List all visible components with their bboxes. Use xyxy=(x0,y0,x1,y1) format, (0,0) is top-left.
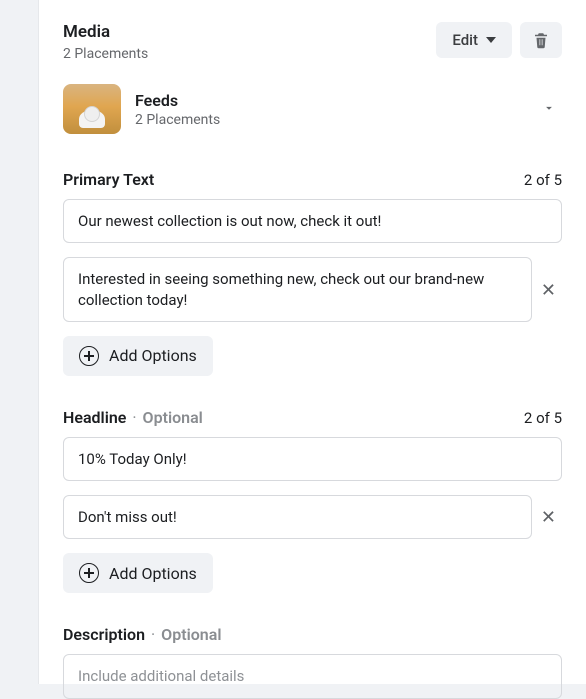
headline-separator: · xyxy=(132,408,136,427)
remove-headline-2-button[interactable]: ✕ xyxy=(537,504,560,530)
description-input[interactable]: Include additional details xyxy=(63,654,562,698)
description-label: Description xyxy=(63,625,145,644)
primary-text-option-2-text: Interested in seeing something new, chec… xyxy=(78,269,517,310)
close-icon: ✕ xyxy=(541,280,556,300)
media-header: Media 2 Placements Edit xyxy=(63,22,562,62)
plus-circle-icon xyxy=(79,346,99,366)
add-primary-text-label: Add Options xyxy=(109,346,197,365)
media-title-block: Media 2 Placements xyxy=(63,22,148,62)
add-headline-option-button[interactable]: Add Options xyxy=(63,553,213,593)
expand-feeds-button[interactable] xyxy=(536,95,562,124)
headline-option-2[interactable]: Don't miss out! xyxy=(63,495,532,539)
headline-option-2-text: Don't miss out! xyxy=(78,507,517,527)
description-optional: Optional xyxy=(161,625,221,644)
media-title: Media xyxy=(63,22,148,42)
primary-text-section-header: Primary Text 2 of 5 xyxy=(63,170,562,189)
headline-section-header: Headline · Optional 2 of 5 xyxy=(63,408,562,427)
headline-label: Headline xyxy=(63,408,126,427)
feeds-placements-count: 2 Placements xyxy=(135,112,220,128)
description-section-header: Description · Optional xyxy=(63,625,562,644)
headline-option-1[interactable]: 10% Today Only! xyxy=(63,437,562,481)
headline-label-group: Headline · Optional xyxy=(63,408,203,427)
media-placements-count: 2 Placements xyxy=(63,46,148,62)
description-label-group: Description · Optional xyxy=(63,625,221,644)
edit-button[interactable]: Edit xyxy=(436,22,512,58)
headline-option-1-text: 10% Today Only! xyxy=(78,449,547,469)
chevron-down-icon xyxy=(542,101,556,115)
description-placeholder: Include additional details xyxy=(78,666,547,686)
feeds-placement-row[interactable]: Feeds 2 Placements xyxy=(63,84,562,134)
delete-button[interactable] xyxy=(520,22,562,58)
trash-icon xyxy=(532,31,550,49)
primary-text-option-2[interactable]: Interested in seeing something new, chec… xyxy=(63,257,532,322)
primary-text-option-1-text: Our newest collection is out now, check … xyxy=(78,211,547,231)
feeds-text-block: Feeds 2 Placements xyxy=(135,91,220,128)
primary-text-option-2-wrap: Interested in seeing something new, chec… xyxy=(63,257,562,322)
sidebar-stub xyxy=(0,0,38,684)
add-primary-text-option-button[interactable]: Add Options xyxy=(63,336,213,376)
headline-option-2-wrap: Don't miss out! ✕ xyxy=(63,495,562,539)
primary-text-counter: 2 of 5 xyxy=(524,171,562,189)
headline-optional: Optional xyxy=(143,408,203,427)
primary-text-label: Primary Text xyxy=(63,170,154,189)
header-actions: Edit xyxy=(436,22,562,58)
feeds-title: Feeds xyxy=(135,91,220,110)
edit-button-label: Edit xyxy=(452,31,478,49)
media-panel: Media 2 Placements Edit Feeds 2 Placemen… xyxy=(38,0,586,684)
close-icon: ✕ xyxy=(541,507,556,527)
plus-circle-icon xyxy=(79,563,99,583)
feeds-thumbnail xyxy=(63,84,121,134)
description-separator: · xyxy=(151,625,155,644)
remove-primary-text-2-button[interactable]: ✕ xyxy=(537,277,560,303)
headline-counter: 2 of 5 xyxy=(524,409,562,427)
add-headline-label: Add Options xyxy=(109,564,197,583)
caret-down-icon xyxy=(486,37,496,43)
primary-text-option-1[interactable]: Our newest collection is out now, check … xyxy=(63,199,562,243)
